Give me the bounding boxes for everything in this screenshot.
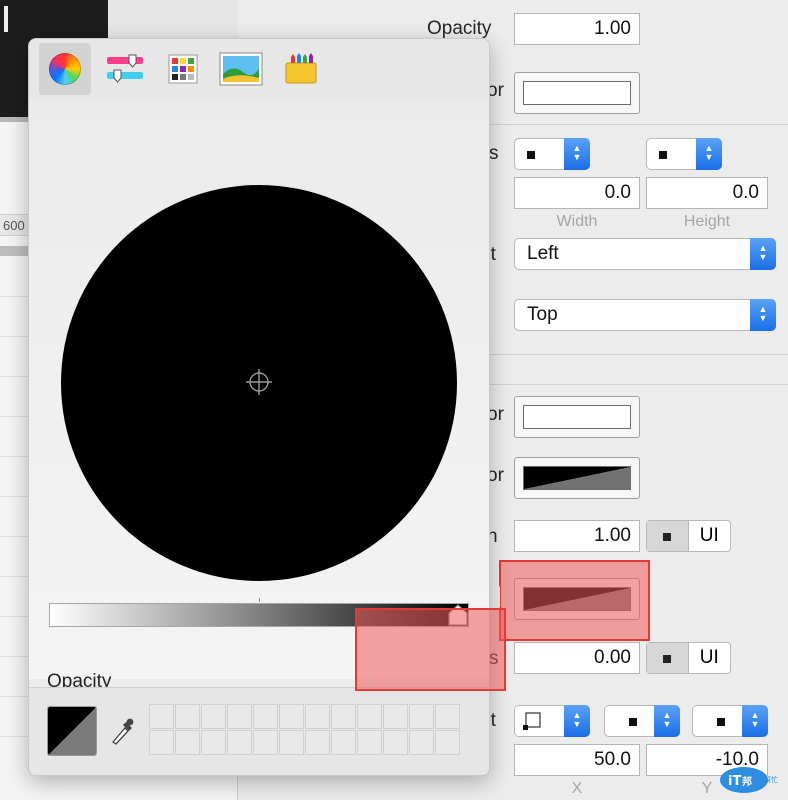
segment-points[interactable]	[647, 521, 689, 551]
color-well[interactable]	[514, 72, 640, 114]
swatch-slot[interactable]	[331, 704, 356, 729]
segment-ui[interactable]: UI	[689, 521, 731, 551]
brightness-tick	[259, 598, 260, 602]
crosshair-icon[interactable]	[246, 369, 272, 395]
tab-color-palettes[interactable]	[157, 43, 209, 95]
chevron-updown-icon: ▲ ▼	[654, 705, 680, 737]
size-popup[interactable]: ▲ ▼	[514, 138, 590, 170]
swatch-slot[interactable]	[253, 704, 278, 729]
tab-image-palettes[interactable]	[215, 43, 267, 95]
stroke-color-well[interactable]	[514, 457, 640, 499]
swatch-slot[interactable]	[383, 704, 408, 729]
svg-text:iT: iT	[728, 774, 741, 789]
size-glyph-icon	[717, 718, 725, 726]
anchor-icon	[523, 712, 541, 730]
swatch-slot[interactable]	[305, 704, 330, 729]
ruler-label: 600	[3, 218, 25, 233]
swatch-slot[interactable]	[227, 730, 252, 755]
current-color-well[interactable]	[47, 706, 97, 756]
swatch-slot[interactable]	[201, 704, 226, 729]
corner-unit-segmented-control[interactable]: UI	[646, 642, 731, 674]
current-color-swatch	[48, 707, 96, 755]
anchor-popup[interactable]: ▲ ▼	[514, 705, 590, 737]
swatch-slot[interactable]	[305, 730, 330, 755]
svg-text:邦: 邦	[742, 775, 752, 788]
swatch-slot[interactable]	[149, 730, 174, 755]
stroke-unit-segmented-control[interactable]: UI	[646, 520, 731, 552]
offset-style-popup-2[interactable]: ▲ ▼	[692, 705, 768, 737]
color-sliders-icon	[107, 54, 143, 83]
corner-radius-field[interactable]: 0.00	[514, 642, 640, 674]
swatch-slot[interactable]	[357, 704, 382, 729]
swatch-slot[interactable]	[435, 730, 460, 755]
swatch-slot[interactable]	[227, 704, 252, 729]
chevron-updown-icon: ▲ ▼	[742, 705, 768, 737]
size-glyph-icon	[527, 151, 535, 159]
segment-points[interactable]	[647, 643, 689, 673]
swatch-slot[interactable]	[253, 730, 278, 755]
color-picker-body: Opacity 50%	[29, 99, 489, 733]
size-popup-2[interactable]: ▲ ▼	[646, 138, 722, 170]
chevron-updown-icon: ▲ ▼	[564, 138, 590, 170]
chevron-updown-icon: ▲ ▼	[750, 299, 776, 331]
swatch-slot[interactable]	[409, 730, 434, 755]
swatch-slot[interactable]	[175, 704, 200, 729]
fill-color-well[interactable]	[514, 396, 640, 438]
x-label: X	[571, 780, 583, 797]
swatch-slot[interactable]	[409, 704, 434, 729]
svg-text:幫忙: 幫忙	[764, 775, 778, 784]
offset-x-field[interactable]: 50.0	[514, 744, 640, 776]
crayons-icon	[285, 53, 317, 84]
chevron-updown-icon: ▲ ▼	[696, 138, 722, 170]
segment-ui[interactable]: UI	[689, 643, 731, 673]
eyedropper-icon[interactable]	[109, 716, 135, 746]
horizontal-alignment-popup[interactable]: Left ▲ ▼	[514, 238, 776, 270]
swatch-slot[interactable]	[175, 730, 200, 755]
color-picker-footer	[29, 687, 489, 775]
chevron-updown-icon: ▲ ▼	[750, 238, 776, 270]
size-label-fragment: s	[489, 143, 499, 164]
horizontal-alignment-value: Left	[527, 243, 559, 264]
swatch-slot[interactable]	[357, 730, 382, 755]
color-well-swatch	[523, 81, 631, 105]
opacity-field[interactable]: 1.00	[514, 13, 640, 45]
stroke-color-swatch	[523, 466, 631, 490]
chevron-updown-icon: ▲ ▼	[564, 705, 590, 737]
swatch-slot[interactable]	[201, 730, 226, 755]
color-picker-toolbar	[29, 39, 489, 99]
stroke-width-field[interactable]: 1.00	[514, 520, 640, 552]
fill-color-swatch	[523, 405, 631, 429]
swatch-slot[interactable]	[435, 704, 460, 729]
color-palettes-icon	[168, 54, 198, 84]
square-icon	[663, 655, 672, 663]
opacity-label: Opacity	[427, 18, 492, 39]
offset-style-popup[interactable]: ▲ ▼	[604, 705, 680, 737]
swatch-slot[interactable]	[149, 704, 174, 729]
opacity-field-highlight	[355, 608, 506, 691]
color-wheel-icon	[49, 53, 81, 85]
square-icon	[663, 533, 672, 541]
vertical-alignment-popup[interactable]: Top ▲ ▼	[514, 299, 776, 331]
tab-color-sliders[interactable]	[99, 43, 151, 95]
swatch-slot[interactable]	[279, 704, 304, 729]
swatch-slot[interactable]	[331, 730, 356, 755]
vertical-alignment-value: Top	[527, 304, 558, 325]
swatch-slot[interactable]	[383, 730, 408, 755]
size-glyph-icon	[629, 718, 637, 726]
image-palettes-icon	[219, 52, 263, 86]
watermark-logo: iT 邦 幫忙	[720, 767, 778, 793]
size-glyph-icon	[659, 151, 667, 159]
width-field[interactable]: 0.0	[514, 177, 640, 209]
width-label: Width	[556, 213, 598, 230]
tab-crayons[interactable]	[275, 43, 327, 95]
shadow-color-well-highlight	[499, 560, 650, 641]
color-swatches-grid[interactable]	[149, 704, 460, 755]
height-label: Height	[683, 213, 731, 230]
tab-color-wheel[interactable]	[39, 43, 91, 95]
height-field[interactable]: 0.0	[646, 177, 768, 209]
swatch-slot[interactable]	[279, 730, 304, 755]
